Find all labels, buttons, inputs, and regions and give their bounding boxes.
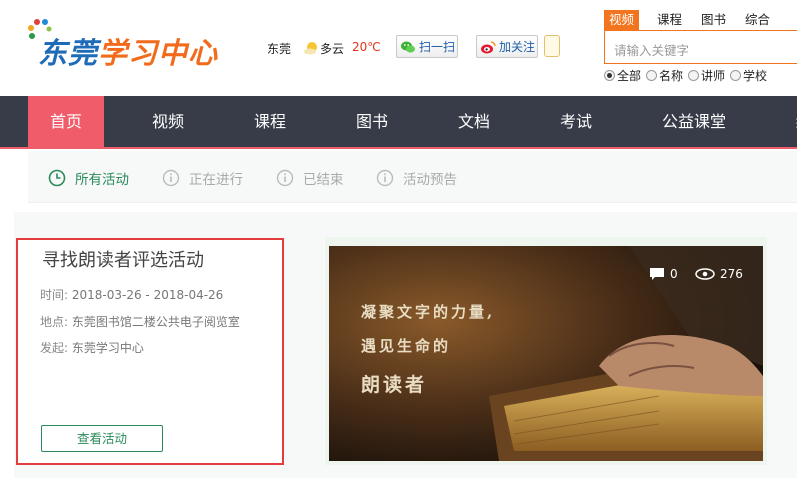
scope-radio-name[interactable]: 名称 <box>646 67 683 84</box>
info-icon <box>162 169 180 187</box>
clock-icon <box>48 169 66 187</box>
weather-text: 多云 <box>320 42 345 56</box>
search-placeholder: 请输入关键字 <box>614 43 690 58</box>
cloudy-sun-icon <box>304 42 317 55</box>
nav-home[interactable]: 首页 <box>28 96 104 147</box>
activity-organizer: 发起: 东莞学习中心 <box>40 341 144 355</box>
comment-icon <box>650 268 664 280</box>
radio-empty-icon <box>730 70 742 81</box>
logo-text-center: 学习中心 <box>98 36 219 70</box>
activity-card-info: 寻找朗读者评选活动 时间: 2018-03-26 - 2018-04-26 地点… <box>16 238 284 465</box>
search-type-tabs: 视频 课程 图书 综合 <box>604 10 789 30</box>
weibo-icon <box>481 40 496 53</box>
radio-empty-icon <box>688 70 700 81</box>
activity-filter-bar: 所有活动 正在进行 已结束 活动预告 <box>28 151 797 203</box>
info-icon <box>276 169 294 187</box>
search-scope-radios: 全部 名称 讲师 学校 <box>604 67 772 84</box>
logo-text-city: 东莞 <box>38 36 99 70</box>
comment-count: 0 <box>649 267 678 281</box>
activity-time: 时间: 2018-03-26 - 2018-04-26 <box>40 288 224 302</box>
scan-label: 扫一扫 <box>419 40 456 54</box>
search-tab-video[interactable]: 视频 <box>604 10 640 30</box>
filter-ongoing[interactable]: 正在进行 <box>162 168 243 188</box>
eye-icon <box>695 268 715 280</box>
banner-line-1: 凝聚文字的力量, <box>361 303 496 321</box>
nav-video[interactable]: 视频 <box>130 96 206 147</box>
scope-radio-lecturer[interactable]: 讲师 <box>688 67 725 84</box>
nav-document[interactable]: 文档 <box>436 96 512 147</box>
nav-overflow-edge: ⋮ <box>791 116 797 130</box>
scope-radio-all[interactable]: 全部 <box>604 67 641 84</box>
radio-empty-icon <box>646 70 658 81</box>
site-header: 东莞学习中心 东莞 多云 20℃ 扫一扫 加关注 视频 课程 图书 综合 请输入… <box>0 0 797 96</box>
site-logo[interactable]: 东莞学习中心 <box>26 18 231 70</box>
nav-course[interactable]: 课程 <box>232 96 308 147</box>
nav-book[interactable]: 图书 <box>334 96 410 147</box>
view-count: 276 <box>695 267 743 281</box>
nav-exam[interactable]: 考试 <box>538 96 614 147</box>
search-tab-book[interactable]: 图书 <box>701 10 726 30</box>
scan-button[interactable]: 扫一扫 <box>396 35 458 58</box>
follow-count-bubble <box>544 35 560 57</box>
view-activity-button[interactable]: 查看活动 <box>41 425 163 452</box>
filter-ended[interactable]: 已结束 <box>276 168 344 188</box>
filter-upcoming[interactable]: 活动预告 <box>376 168 457 188</box>
banner-line-2: 遇见生命的 <box>361 337 452 355</box>
banner-line-3: 朗读者 <box>361 374 428 396</box>
wechat-icon <box>401 41 415 53</box>
search-tab-course[interactable]: 课程 <box>657 10 682 30</box>
activity-place: 地点: 东莞图书馆二楼公共电子阅览室 <box>40 315 240 329</box>
activity-card-image: 凝聚文字的力量, 遇见生命的 朗读者 0 276 <box>325 237 767 465</box>
search-input[interactable]: 请输入关键字 <box>604 30 797 64</box>
nav-public-class[interactable]: 公益课堂 <box>645 96 743 147</box>
scope-radio-school[interactable]: 学校 <box>730 67 767 84</box>
search-tab-all[interactable]: 综合 <box>745 10 770 30</box>
follow-weibo-button[interactable]: 加关注 <box>476 35 538 58</box>
temperature: 20℃ <box>352 40 381 54</box>
main-nav: 首页 视频 课程 图书 文档 考试 公益课堂 ⋮ <box>0 96 797 149</box>
city-name[interactable]: 东莞 <box>267 40 291 57</box>
radio-selected-icon <box>604 70 615 81</box>
activity-title[interactable]: 寻找朗读者评选活动 <box>42 246 204 272</box>
activity-banner-image[interactable]: 凝聚文字的力量, 遇见生命的 朗读者 0 276 <box>329 246 763 461</box>
filter-all-activities[interactable]: 所有活动 <box>48 168 129 188</box>
info-icon <box>376 169 394 187</box>
follow-label: 加关注 <box>499 40 536 54</box>
